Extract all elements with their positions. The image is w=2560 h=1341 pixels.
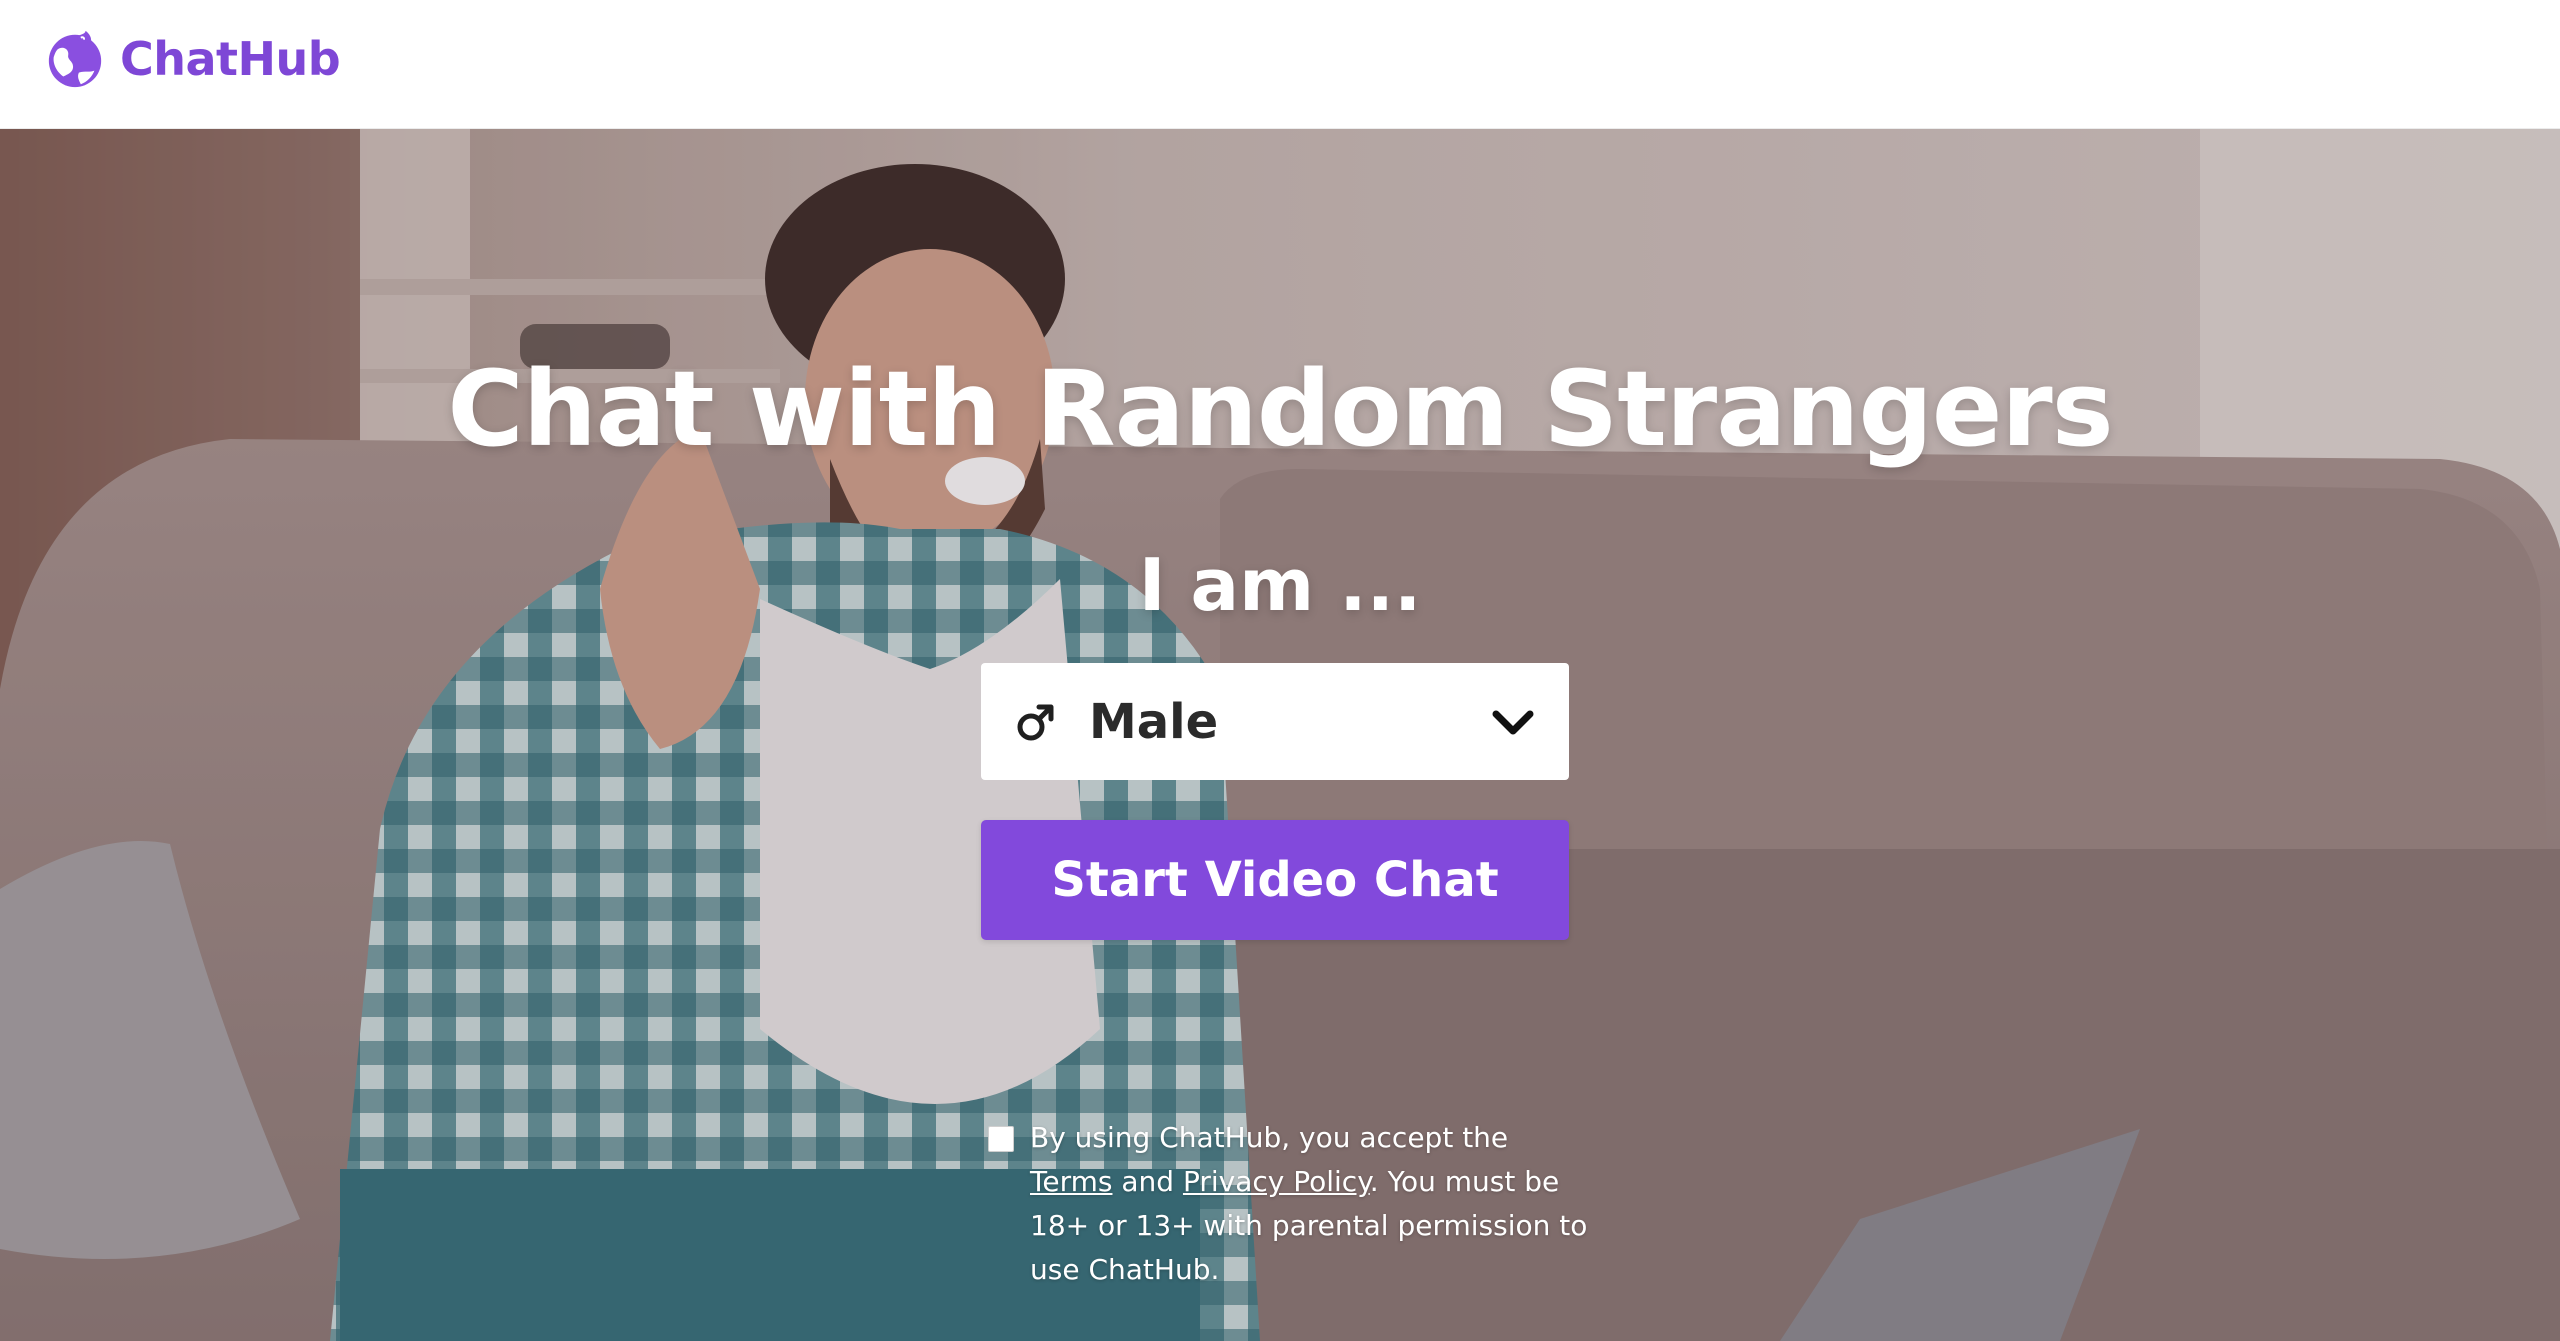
consent-text: By using ChatHub, you accept the Terms a… bbox=[1030, 1116, 1588, 1292]
consent-text-and: and bbox=[1112, 1165, 1183, 1198]
globe-icon bbox=[48, 30, 102, 88]
brand-name: ChatHub bbox=[120, 32, 341, 86]
consent-block: By using ChatHub, you accept the Terms a… bbox=[988, 1116, 1588, 1292]
privacy-policy-link[interactable]: Privacy Policy bbox=[1183, 1165, 1370, 1198]
hero-section: Chat with Random Strangers I am ... Male… bbox=[0, 129, 2560, 1341]
brand-logo-link[interactable]: ChatHub bbox=[44, 24, 341, 94]
gender-select[interactable]: Male bbox=[981, 663, 1569, 780]
chevron-down-icon bbox=[1492, 710, 1534, 734]
consent-text-before: By using ChatHub, you accept the bbox=[1030, 1121, 1509, 1154]
male-symbol-icon bbox=[1017, 704, 1054, 740]
hero-title: Chat with Random Strangers bbox=[447, 348, 2113, 470]
terms-link[interactable]: Terms bbox=[1030, 1165, 1112, 1198]
gender-select-value: Male bbox=[1089, 693, 1219, 750]
top-bar: ChatHub bbox=[0, 0, 2560, 129]
consent-checkbox[interactable] bbox=[988, 1126, 1014, 1152]
start-video-chat-button[interactable]: Start Video Chat bbox=[981, 820, 1569, 940]
gender-prompt: I am ... bbox=[1138, 543, 1422, 627]
